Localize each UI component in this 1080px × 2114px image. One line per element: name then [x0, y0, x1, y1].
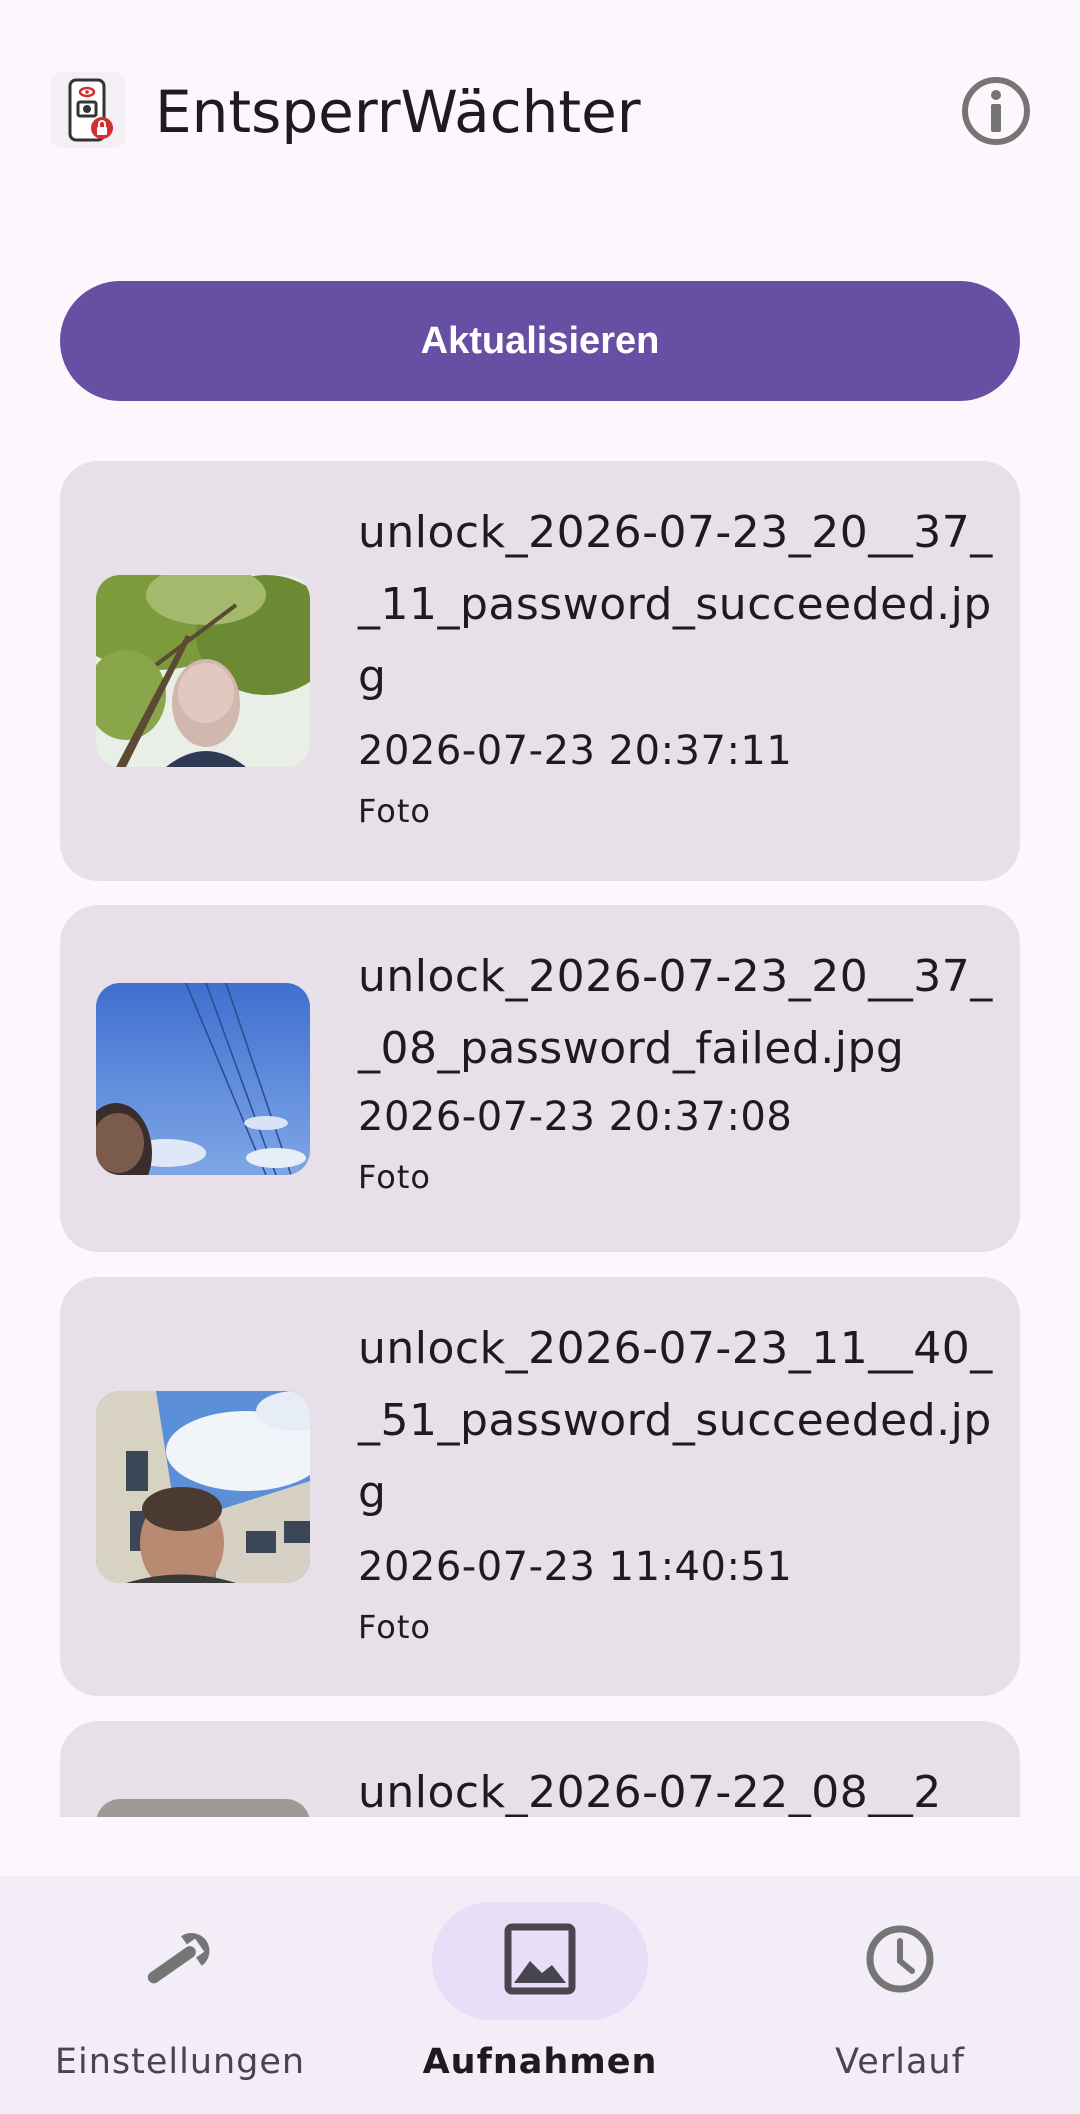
capture-details: unlock_2026-07-23_11__40__51_password_su…	[358, 1313, 998, 1649]
nav-label: Verlauf	[835, 2042, 965, 2082]
capture-details: unlock_2026-07-22_08__2	[358, 1757, 998, 1817]
nav-indicator	[72, 1902, 288, 2020]
nav-indicator	[792, 1902, 1008, 2020]
capture-filename: unlock_2026-07-22_08__2	[358, 1767, 942, 1817]
capture-details: unlock_2026-07-23_20__37__08_password_fa…	[358, 941, 998, 1199]
top-app-bar: EntsperrWächter	[0, 0, 1080, 225]
partial-thumbnail	[96, 1799, 310, 1817]
capture-filename: unlock_2026-07-23_20__37__08_password_fa…	[358, 951, 993, 1074]
info-button[interactable]	[956, 76, 1036, 150]
capture-details: unlock_2026-07-23_20__37__11_password_su…	[358, 497, 998, 833]
clock-icon	[862, 1921, 938, 2001]
nav-label: Einstellungen	[54, 2042, 306, 2082]
wrench-icon	[132, 1919, 228, 2003]
capture-type: Foto	[358, 1158, 431, 1196]
capture-card[interactable]: unlock_2026-07-22_08__2	[60, 1721, 1020, 1817]
app-root: EntsperrWächter Aktualisieren unlock_202…	[0, 0, 1080, 2114]
capture-filename: unlock_2026-07-23_20__37__11_password_su…	[358, 507, 993, 702]
bottom-navigation: Einstellungen Aufnahmen Verlauf	[0, 1876, 1080, 2114]
capture-timestamp: 2026-07-23 20:37:11	[358, 728, 793, 774]
capture-card[interactable]: unlock_2026-07-23_20__37__11_password_su…	[60, 461, 1020, 881]
capture-card[interactable]: unlock_2026-07-23_11__40__51_password_su…	[60, 1277, 1020, 1696]
nav-item-verlauf[interactable]: Verlauf	[720, 1876, 1080, 2114]
app-title: EntsperrWächter	[155, 78, 641, 146]
nav-label: Aufnahmen	[422, 2042, 658, 2082]
capture-type: Foto	[358, 1608, 431, 1646]
nav-item-aufnahmen[interactable]: Aufnahmen	[360, 1876, 720, 2114]
nav-item-einstellungen[interactable]: Einstellungen	[0, 1876, 360, 2114]
capture-card[interactable]: unlock_2026-07-23_20__37__08_password_fa…	[60, 905, 1020, 1252]
captures-list[interactable]: unlock_2026-07-23_20__37__11_password_su…	[0, 440, 1080, 1817]
phone-camera-lock-icon	[50, 72, 126, 148]
info-icon	[960, 75, 1032, 151]
refresh-button[interactable]: Aktualisieren	[60, 281, 1020, 401]
tree-selfie-thumbnail	[96, 575, 310, 767]
building-selfie-thumbnail	[96, 1391, 310, 1583]
nav-indicator-active	[432, 1902, 648, 2020]
image-icon	[502, 1921, 578, 2001]
capture-filename: unlock_2026-07-23_11__40__51_password_su…	[358, 1323, 993, 1518]
capture-timestamp: 2026-07-23 11:40:51	[358, 1544, 793, 1590]
capture-type: Foto	[358, 792, 431, 830]
sky-thumbnail	[96, 983, 310, 1175]
capture-timestamp: 2026-07-23 20:37:08	[358, 1094, 793, 1140]
